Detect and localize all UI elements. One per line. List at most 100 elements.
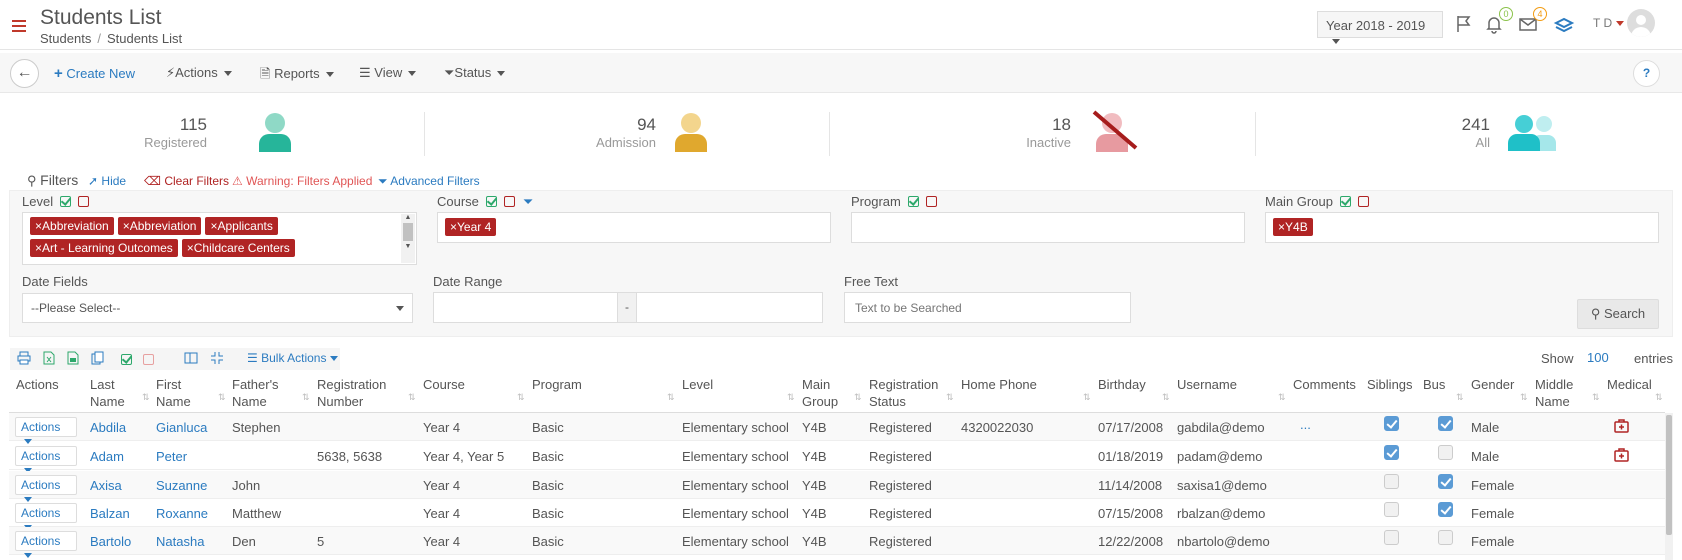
- date-range-start-input[interactable]: [433, 292, 618, 323]
- comments-link[interactable]: ...: [1300, 417, 1311, 432]
- level-tag[interactable]: ×Abbreviation: [30, 217, 114, 235]
- main-group-tag[interactable]: ×Y4B: [1273, 218, 1313, 236]
- date-range-end-input[interactable]: [636, 292, 823, 323]
- program-tags-input[interactable]: [851, 212, 1245, 243]
- remove-icon[interactable]: ×: [123, 219, 130, 233]
- first-name-cell[interactable]: Natasha: [156, 534, 204, 549]
- course-tags-input[interactable]: ×Year 4: [437, 212, 831, 243]
- column-header-home-phone[interactable]: Home Phone: [961, 376, 1037, 393]
- medical-kit-icon[interactable]: [1614, 448, 1629, 465]
- bus-checkbox[interactable]: [1438, 530, 1453, 545]
- excel-icon[interactable]: [43, 351, 55, 368]
- level-tag[interactable]: ×Applicants: [205, 217, 278, 235]
- deselect-all-icon[interactable]: [78, 196, 90, 207]
- bus-checkbox[interactable]: [1438, 474, 1453, 489]
- hide-filters-link[interactable]: ➚ Hide: [88, 174, 126, 188]
- sort-icon[interactable]: ⇅: [854, 392, 862, 403]
- siblings-checkbox[interactable]: [1384, 474, 1399, 489]
- remove-icon[interactable]: ×: [450, 220, 457, 234]
- date-fields-select[interactable]: --Please Select--: [22, 293, 413, 323]
- first-name-cell[interactable]: Suzanne: [156, 478, 207, 493]
- print-icon[interactable]: [17, 351, 31, 368]
- select-all-icon[interactable]: [485, 196, 497, 207]
- deselect-all-icon[interactable]: [503, 196, 515, 207]
- column-header-registration-number[interactable]: Registration Number: [317, 376, 402, 410]
- level-tags-input[interactable]: ×Abbreviation ×Abbreviation ×Applicants ×A…: [22, 212, 417, 265]
- stat-all[interactable]: 241 All: [1410, 115, 1490, 150]
- sort-icon[interactable]: ⇅: [1456, 392, 1464, 403]
- column-header-bus[interactable]: Bus: [1423, 376, 1445, 393]
- column-header-middle-name[interactable]: Middle Name: [1535, 376, 1580, 410]
- sort-icon[interactable]: ⇅: [1655, 392, 1663, 403]
- menu-icon[interactable]: [12, 20, 26, 33]
- stat-registered[interactable]: 115 Registered: [127, 115, 207, 150]
- copy-icon[interactable]: [91, 351, 105, 368]
- column-header-comments[interactable]: Comments: [1293, 376, 1356, 393]
- first-name-cell[interactable]: Roxanne: [156, 506, 208, 521]
- select-all-icon[interactable]: [907, 196, 919, 207]
- sort-icon[interactable]: ⇅: [1162, 392, 1170, 403]
- sort-icon[interactable]: ⇅: [667, 392, 675, 403]
- sort-icon[interactable]: ⇅: [946, 392, 954, 403]
- sort-icon[interactable]: ⇅: [787, 392, 795, 403]
- bulk-actions-button[interactable]: ☰ Bulk Actions: [247, 351, 339, 365]
- help-button[interactable]: ?: [1633, 60, 1660, 87]
- free-text-input[interactable]: [844, 292, 1131, 323]
- search-button[interactable]: ⚲ Search: [1577, 299, 1659, 329]
- siblings-checkbox[interactable]: [1384, 416, 1399, 431]
- columns-icon[interactable]: [184, 351, 198, 368]
- siblings-checkbox[interactable]: [1384, 530, 1399, 545]
- row-actions-button[interactable]: Actions: [15, 475, 77, 503]
- column-header-registration-status[interactable]: Registration Status: [869, 376, 944, 410]
- remove-icon[interactable]: ×: [187, 241, 194, 255]
- medical-kit-icon[interactable]: [1614, 419, 1629, 436]
- remove-icon[interactable]: ×: [1278, 220, 1285, 234]
- column-header-siblings[interactable]: Siblings: [1367, 376, 1413, 393]
- bus-checkbox[interactable]: [1438, 445, 1453, 460]
- column-header-last-name[interactable]: Last Name: [90, 376, 145, 410]
- row-actions-button[interactable]: Actions: [15, 503, 77, 531]
- last-name-cell[interactable]: Adam: [90, 449, 124, 464]
- column-header-birthday[interactable]: Birthday: [1098, 376, 1146, 393]
- sort-icon[interactable]: ⇅: [1520, 392, 1528, 403]
- column-header-gender[interactable]: Gender: [1471, 376, 1514, 393]
- envelope-icon[interactable]: 4: [1518, 7, 1547, 36]
- scroll-down-icon[interactable]: ▼: [401, 243, 415, 250]
- deselect-all-icon[interactable]: [143, 352, 154, 367]
- column-header-medical[interactable]: Medical: [1607, 376, 1652, 393]
- row-actions-button[interactable]: Actions: [15, 417, 77, 445]
- first-name-cell[interactable]: Peter: [156, 449, 187, 464]
- page-size-select[interactable]: 100: [1587, 350, 1609, 365]
- flag-icon[interactable]: [1454, 14, 1476, 36]
- view-menu[interactable]: ☰ View: [359, 65, 417, 81]
- user-menu[interactable]: T D: [1593, 16, 1625, 30]
- scrollbar[interactable]: ▲ ▼: [401, 214, 415, 263]
- select-all-icon[interactable]: [1339, 196, 1351, 207]
- column-header-level[interactable]: Level: [682, 376, 713, 393]
- main-group-tags-input[interactable]: ×Y4B: [1265, 212, 1659, 243]
- sort-icon[interactable]: ⇅: [517, 392, 525, 403]
- level-tag[interactable]: ×Childcare Centers: [181, 239, 295, 257]
- remove-icon[interactable]: ×: [35, 241, 42, 255]
- sort-icon[interactable]: ⇅: [408, 392, 416, 403]
- scroll-thumb[interactable]: [1666, 415, 1672, 535]
- last-name-cell[interactable]: Abdila: [90, 420, 126, 435]
- avatar[interactable]: [1627, 9, 1655, 37]
- siblings-checkbox[interactable]: [1384, 445, 1399, 460]
- row-actions-button[interactable]: Actions: [15, 446, 77, 474]
- bus-checkbox[interactable]: [1438, 416, 1453, 431]
- sort-icon[interactable]: ⇅: [1083, 392, 1091, 403]
- first-name-cell[interactable]: Gianluca: [156, 420, 207, 435]
- select-all-icon[interactable]: [60, 196, 72, 207]
- year-select[interactable]: Year 2018 - 2019: [1317, 11, 1443, 45]
- column-header-main-group[interactable]: Main Group: [802, 376, 847, 410]
- bus-checkbox[interactable]: [1438, 502, 1453, 517]
- column-header-username[interactable]: Username: [1177, 376, 1237, 393]
- breadcrumb-item-students[interactable]: Students: [40, 31, 91, 46]
- sort-icon[interactable]: ⇅: [218, 392, 226, 403]
- last-name-cell[interactable]: Axisa: [90, 478, 122, 493]
- back-button[interactable]: ←: [10, 59, 39, 88]
- last-name-cell[interactable]: Bartolo: [90, 534, 131, 549]
- bell-icon[interactable]: 0: [1484, 7, 1513, 36]
- level-tag[interactable]: ×Abbreviation: [117, 217, 202, 235]
